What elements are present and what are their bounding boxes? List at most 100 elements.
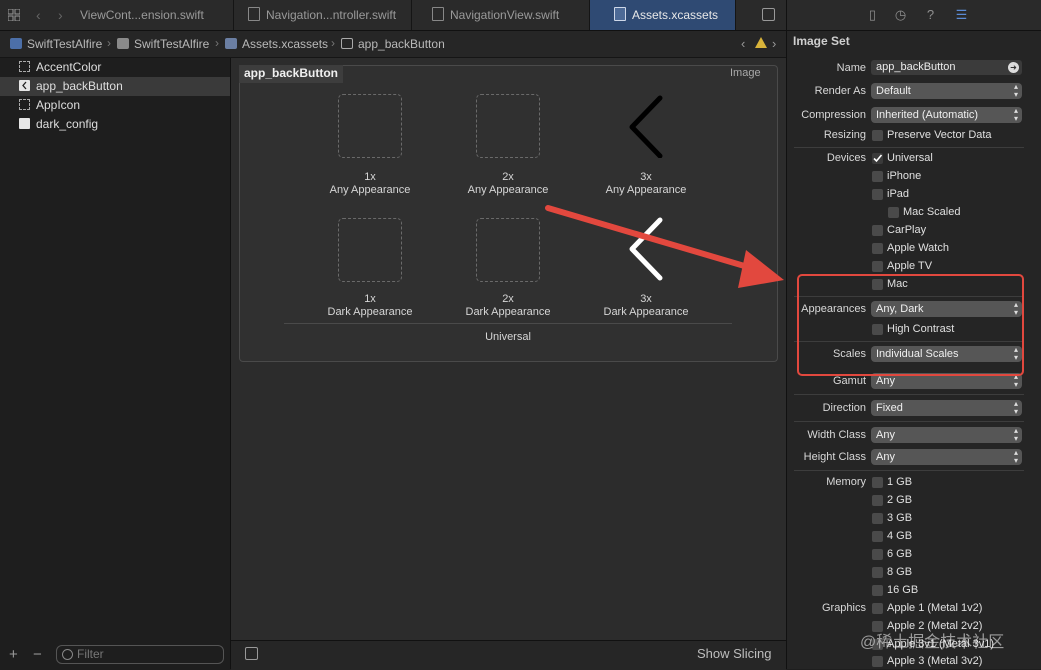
- previous-issue-icon[interactable]: ‹: [741, 36, 745, 51]
- breadcrumb-image-set[interactable]: app_backButton: [341, 37, 445, 51]
- chevron-up-down-icon: ▴ ▾: [1013, 82, 1018, 99]
- color-set-icon: [19, 61, 30, 72]
- tab-assets[interactable]: Assets.xcassets: [590, 0, 736, 30]
- resizing-label: Resizing: [823, 129, 866, 141]
- compression-select[interactable]: Inherited (Automatic) ▴ ▾: [871, 107, 1022, 123]
- image-well-1x-dark[interactable]: [338, 218, 402, 282]
- editor-tab-bar: ‹ › ViewCont...ension.swift Navigation..…: [0, 0, 786, 31]
- next-issue-icon[interactable]: ›: [772, 36, 776, 51]
- app-icon-set-icon: [19, 99, 30, 110]
- memory-checkbox[interactable]: [872, 513, 883, 524]
- direction-label: Direction: [822, 402, 866, 414]
- add-editor-icon[interactable]: [762, 8, 775, 21]
- remove-icon[interactable]: −: [33, 646, 42, 663]
- mac-scaled-checkbox[interactable]: [888, 207, 899, 218]
- iphone-option-label: iPhone: [887, 170, 922, 182]
- width-class-select[interactable]: Any ▴ ▾: [871, 427, 1022, 443]
- divider: [794, 470, 1024, 471]
- graphics-checkbox[interactable]: [872, 656, 883, 667]
- list-item[interactable]: dark_config: [0, 115, 230, 134]
- image-well-1x-any[interactable]: [338, 94, 402, 158]
- warning-icon[interactable]: [755, 37, 767, 48]
- preserve-vector-checkbox[interactable]: [872, 130, 883, 141]
- history-inspector-icon[interactable]: ◷: [894, 8, 907, 21]
- image-well-2x-any[interactable]: [476, 94, 540, 158]
- inspector-section-title: Image Set: [793, 34, 850, 48]
- carplay-checkbox[interactable]: [872, 225, 883, 236]
- device-group-label: Universal: [485, 331, 531, 343]
- breadcrumb-folder[interactable]: SwiftTestAlfire: [117, 37, 209, 51]
- memory-checkbox[interactable]: [872, 549, 883, 560]
- back-chevron-black-icon: [629, 95, 663, 159]
- breadcrumb-project[interactable]: SwiftTestAlfire: [10, 37, 102, 51]
- devices-label: Devices: [826, 152, 866, 164]
- show-slicing-button[interactable]: Show Slicing: [697, 646, 771, 661]
- chevron-up-down-icon: ▴ ▾: [1013, 426, 1018, 443]
- apple-tv-checkbox[interactable]: [872, 261, 883, 272]
- checkmark-icon: [873, 154, 883, 163]
- universal-checkbox[interactable]: [872, 153, 883, 164]
- memory-option-label: 3 GB: [887, 512, 913, 524]
- memory-checkbox[interactable]: [872, 531, 883, 542]
- preserve-vector-label: Preserve Vector Data: [887, 129, 992, 141]
- toggle-sidebar-icon[interactable]: [245, 647, 258, 660]
- chevron-right-icon: ›: [331, 36, 335, 50]
- width-class-label: Width Class: [807, 429, 866, 441]
- asset-list: AccentColor app_backButton AppIcon dark_…: [0, 58, 231, 640]
- graphics-checkbox[interactable]: [872, 603, 883, 614]
- image-well-3x-any[interactable]: [614, 94, 678, 159]
- memory-checkbox[interactable]: [872, 585, 883, 596]
- memory-checkbox[interactable]: [872, 567, 883, 578]
- file-inspector-icon[interactable]: ▯: [866, 8, 879, 21]
- ipad-checkbox[interactable]: [872, 189, 883, 200]
- list-item[interactable]: AccentColor: [0, 58, 230, 77]
- name-field[interactable]: app_backButton ➜: [871, 60, 1022, 75]
- divider: [794, 394, 1024, 395]
- project-icon: [10, 38, 22, 49]
- apple-watch-checkbox[interactable]: [872, 243, 883, 254]
- divider: [284, 323, 732, 324]
- folder-icon: [614, 7, 626, 21]
- filter-icon: [62, 649, 73, 660]
- chevron-up-down-icon: ▴ ▾: [1013, 399, 1018, 416]
- slot-label-1x-dark: 1x Dark Appearance: [327, 293, 413, 318]
- attributes-inspector-icon[interactable]: ☰: [955, 8, 968, 21]
- direction-select[interactable]: Fixed ▴ ▾: [871, 400, 1022, 416]
- memory-checkbox[interactable]: [872, 477, 883, 488]
- list-item[interactable]: AppIcon: [0, 96, 230, 115]
- carplay-option-label: CarPlay: [887, 224, 927, 236]
- folder-icon: [117, 38, 129, 49]
- tab-viewcontroller-extension[interactable]: ViewCont...ension.swift: [74, 0, 234, 30]
- slot-label-1x-any: 1x Any Appearance: [329, 171, 411, 196]
- grid-icon[interactable]: [7, 8, 21, 22]
- inspector-tab-bar: ▯ ◷ ? ☰: [787, 0, 1041, 31]
- apple-watch-option-label: Apple Watch: [887, 242, 949, 254]
- swift-file-icon: [432, 7, 444, 21]
- chevron-right-icon: ›: [107, 36, 111, 50]
- data-set-icon: [19, 118, 30, 129]
- forward-chevron-icon[interactable]: ›: [58, 7, 63, 23]
- chevron-up-down-icon: ▴ ▾: [1013, 448, 1018, 465]
- back-chevron-icon[interactable]: ‹: [36, 7, 41, 23]
- apple-tv-option-label: Apple TV: [887, 260, 933, 272]
- filter-field[interactable]: Filter: [56, 645, 224, 664]
- memory-option-label: 8 GB: [887, 566, 913, 578]
- render-as-select[interactable]: Default ▴ ▾: [871, 83, 1022, 99]
- list-item[interactable]: app_backButton: [0, 77, 230, 96]
- breadcrumb-assets[interactable]: Assets.xcassets: [225, 37, 328, 51]
- memory-label: Memory: [826, 476, 866, 488]
- iphone-checkbox[interactable]: [872, 171, 883, 182]
- tab-navigation-view[interactable]: NavigationView.swift: [412, 0, 590, 30]
- height-class-select[interactable]: Any ▴ ▾: [871, 449, 1022, 465]
- breadcrumb: SwiftTestAlfire › SwiftTestAlfire › Asse…: [0, 31, 786, 58]
- memory-option-label: 1 GB: [887, 476, 913, 488]
- swift-file-icon: [248, 7, 260, 21]
- graphics-option-label: Apple 3 (Metal 3v2): [887, 655, 983, 667]
- memory-option-label: 6 GB: [887, 548, 913, 560]
- tab-navigation-controller[interactable]: Navigation...ntroller.swift: [234, 0, 412, 30]
- add-icon[interactable]: +: [9, 646, 18, 663]
- help-inspector-icon[interactable]: ?: [924, 8, 937, 21]
- memory-checkbox[interactable]: [872, 495, 883, 506]
- image-well-2x-dark[interactable]: [476, 218, 540, 282]
- arrow-right-circle-icon[interactable]: ➜: [1008, 62, 1019, 73]
